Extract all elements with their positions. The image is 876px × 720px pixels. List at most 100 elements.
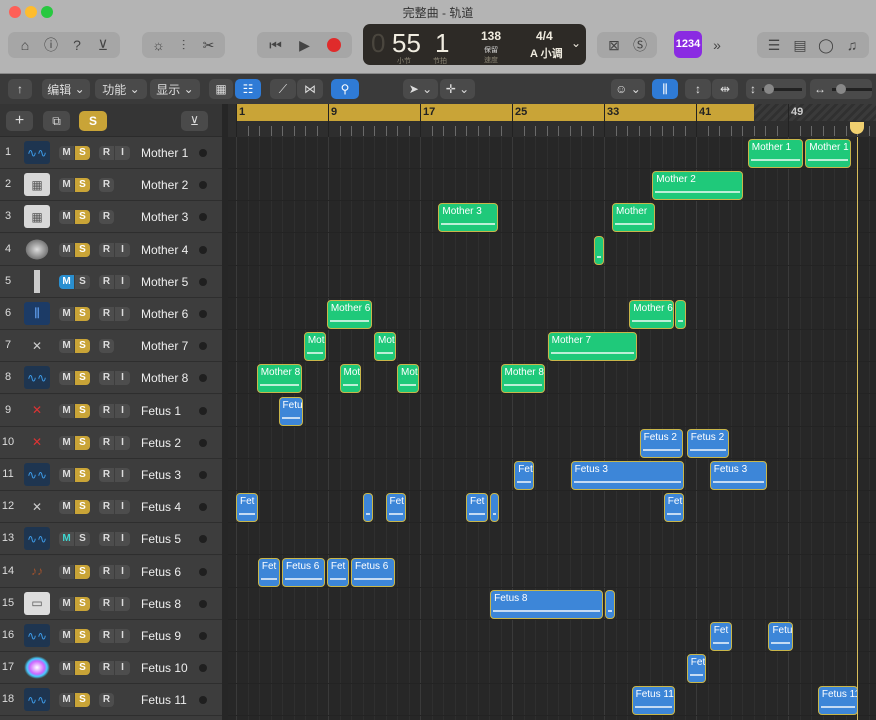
track-lane[interactable]: Mother 8 Mot Mot Mother 8 [228,362,876,395]
solo-button[interactable]: S [75,371,90,386]
track-header[interactable]: 5 M S R I Mother 5 [0,265,222,298]
mute-button[interactable]: M [59,564,74,579]
record-enable-button[interactable]: R [99,178,114,193]
editors-scissors-icon[interactable]: ✂ [198,35,220,55]
record-enable-button[interactable]: R [99,596,114,611]
input-monitor-button[interactable]: I [115,371,130,386]
input-monitor-button[interactable]: I [115,564,130,579]
track-name[interactable]: Mother 8 [141,371,188,385]
track-header[interactable]: 11 ∿∿ M S R I Fetus 3 [0,459,222,491]
track-header[interactable]: 8 ∿∿ M S R I Mother 8 [0,362,222,395]
mute-button[interactable]: M [59,210,74,225]
track-header[interactable]: 7 ✕ M S R Mother 7 [0,330,222,363]
more-chevrons-icon[interactable]: » [706,35,728,55]
record-enable-button[interactable]: R [99,435,114,450]
mother-region[interactable]: Mother 1 [747,139,803,168]
fetus-region[interactable]: Fetus 3 [570,461,685,490]
track-name[interactable]: Fetus 9 [141,629,181,643]
track-lane[interactable]: Fet Fetus 6 Fet Fetus 6 [228,556,876,588]
library-icon[interactable]: ⌂ [14,35,36,55]
fetus-region[interactable]: Fet [385,493,407,523]
solo-button[interactable]: S [75,596,90,611]
loop-browser-icon[interactable]: ◯ [815,35,837,55]
track-name[interactable]: Fetus 8 [141,597,181,611]
automation-icon[interactable]: ⟋ [270,79,296,99]
track-header[interactable]: 15 ▭ M S R I Fetus 8 [0,587,222,620]
vertical-zoom-slider[interactable]: ↕ [746,79,806,99]
track-name[interactable]: Fetus 2 [141,436,181,450]
track-name[interactable]: Mother 5 [141,275,188,289]
track-name[interactable]: Fetus 5 [141,532,181,546]
pointer-tool-menu[interactable]: ➤ ⌄ [403,79,438,99]
functions-menu[interactable]: 功能 ⌄ [95,79,147,99]
mute-button[interactable]: M [59,629,74,643]
record-button[interactable] [323,35,345,55]
input-monitor-button[interactable]: I [115,500,130,515]
mute-button[interactable]: M [59,242,74,257]
track-header[interactable]: 13 ∿∿ M S R I Fetus 5 [0,523,222,556]
track-header[interactable]: 6 ⫼ M S R I Mother 6 [0,298,222,330]
mother-region[interactable]: Mother 6 [629,300,675,329]
fetus-region[interactable]: Fetu [768,622,793,651]
record-enable-button[interactable]: R [99,274,114,289]
track-lane[interactable]: Fet Fet Fet Fet [228,491,876,524]
record-enable-button[interactable]: R [99,242,114,257]
track-header[interactable]: 10 ✕ M S R I Fetus 2 [0,426,222,459]
track-header[interactable]: 9 ✕ M S R I Fetus 1 [0,394,222,427]
mother-region[interactable] [593,235,604,265]
input-monitor-button[interactable]: I [115,403,130,418]
mute-button[interactable]: M [59,274,74,289]
solo-button[interactable]: S [75,403,90,418]
fetus-region[interactable]: Fetus 8 [490,589,603,619]
mother-region[interactable]: Mother 8 [256,364,302,394]
fetus-region[interactable]: Fetus 11 [631,686,676,716]
track-lane[interactable]: Fetus 2 Fetus 2 [228,427,876,459]
mother-region[interactable]: Mother 7 [547,332,638,362]
smart-controls-icon[interactable]: ☼ [148,35,170,55]
mute-button[interactable]: M [59,307,74,321]
fetus-region[interactable]: Fetus 6 [351,557,395,587]
fetus-region[interactable]: Fetu [278,396,303,426]
input-monitor-button[interactable]: I [115,468,130,482]
fetus-region[interactable]: Fet [466,493,488,523]
solo-button[interactable]: S [75,435,90,450]
mute-button[interactable]: M [59,693,74,708]
record-enable-button[interactable]: R [99,403,114,418]
fetus-region[interactable]: Fet [709,622,732,651]
track-header[interactable]: 3 ▦ M S R Mother 3 [0,201,222,234]
mother-region[interactable]: Mot [303,332,326,362]
track-name[interactable]: Mother 6 [141,307,188,321]
fetus-region[interactable] [362,493,373,523]
rewind-to-start-button[interactable]: ⏮ [265,35,287,55]
record-enable-button[interactable]: R [99,468,114,482]
track-name[interactable]: Fetus 1 [141,404,181,418]
solo-button[interactable]: S [75,146,90,160]
track-header[interactable]: 16 ∿∿ M S R I Fetus 9 [0,620,222,652]
record-enable-button[interactable]: R [99,146,114,160]
track-name[interactable]: Mother 4 [141,243,188,257]
solo-button[interactable]: S [75,629,90,643]
record-enable-button[interactable]: R [99,661,114,676]
mother-region[interactable]: Mot [374,332,396,362]
fetus-region[interactable]: Fet [663,493,685,523]
catch-snap-icon[interactable]: ⚲ [331,79,359,99]
track-header[interactable]: 4 M S R I Mother 4 [0,233,222,266]
lcd-dropdown-chevron-icon[interactable]: ⌄ [571,36,581,50]
input-monitor-button[interactable]: I [115,435,130,450]
mute-button[interactable]: M [59,339,74,354]
quick-help-icon[interactable]: ? [66,35,88,55]
input-monitor-button[interactable]: I [115,596,130,611]
secondary-tool-menu[interactable]: ✛ ⌄ [440,79,475,99]
lcd-display[interactable]: 0 55 小节 1 节拍 138 保留 速度 4/4 A 小调 ⌄ [363,24,586,65]
mute-button[interactable]: M [59,146,74,160]
track-lane[interactable]: Fetus 8 [228,588,876,620]
mute-button[interactable]: M [59,371,74,386]
back-icon[interactable]: ↑ [8,79,32,99]
mother-region[interactable]: Mot [339,364,362,394]
track-lane[interactable]: Fet Fetu [228,620,876,652]
record-enable-button[interactable]: R [99,210,114,225]
mute-button[interactable]: M [59,435,74,450]
waveform-zoom-icon[interactable]: ⫼ [652,79,678,99]
input-monitor-button[interactable]: I [115,629,130,643]
flex-icon[interactable]: ⋈ [297,79,323,99]
